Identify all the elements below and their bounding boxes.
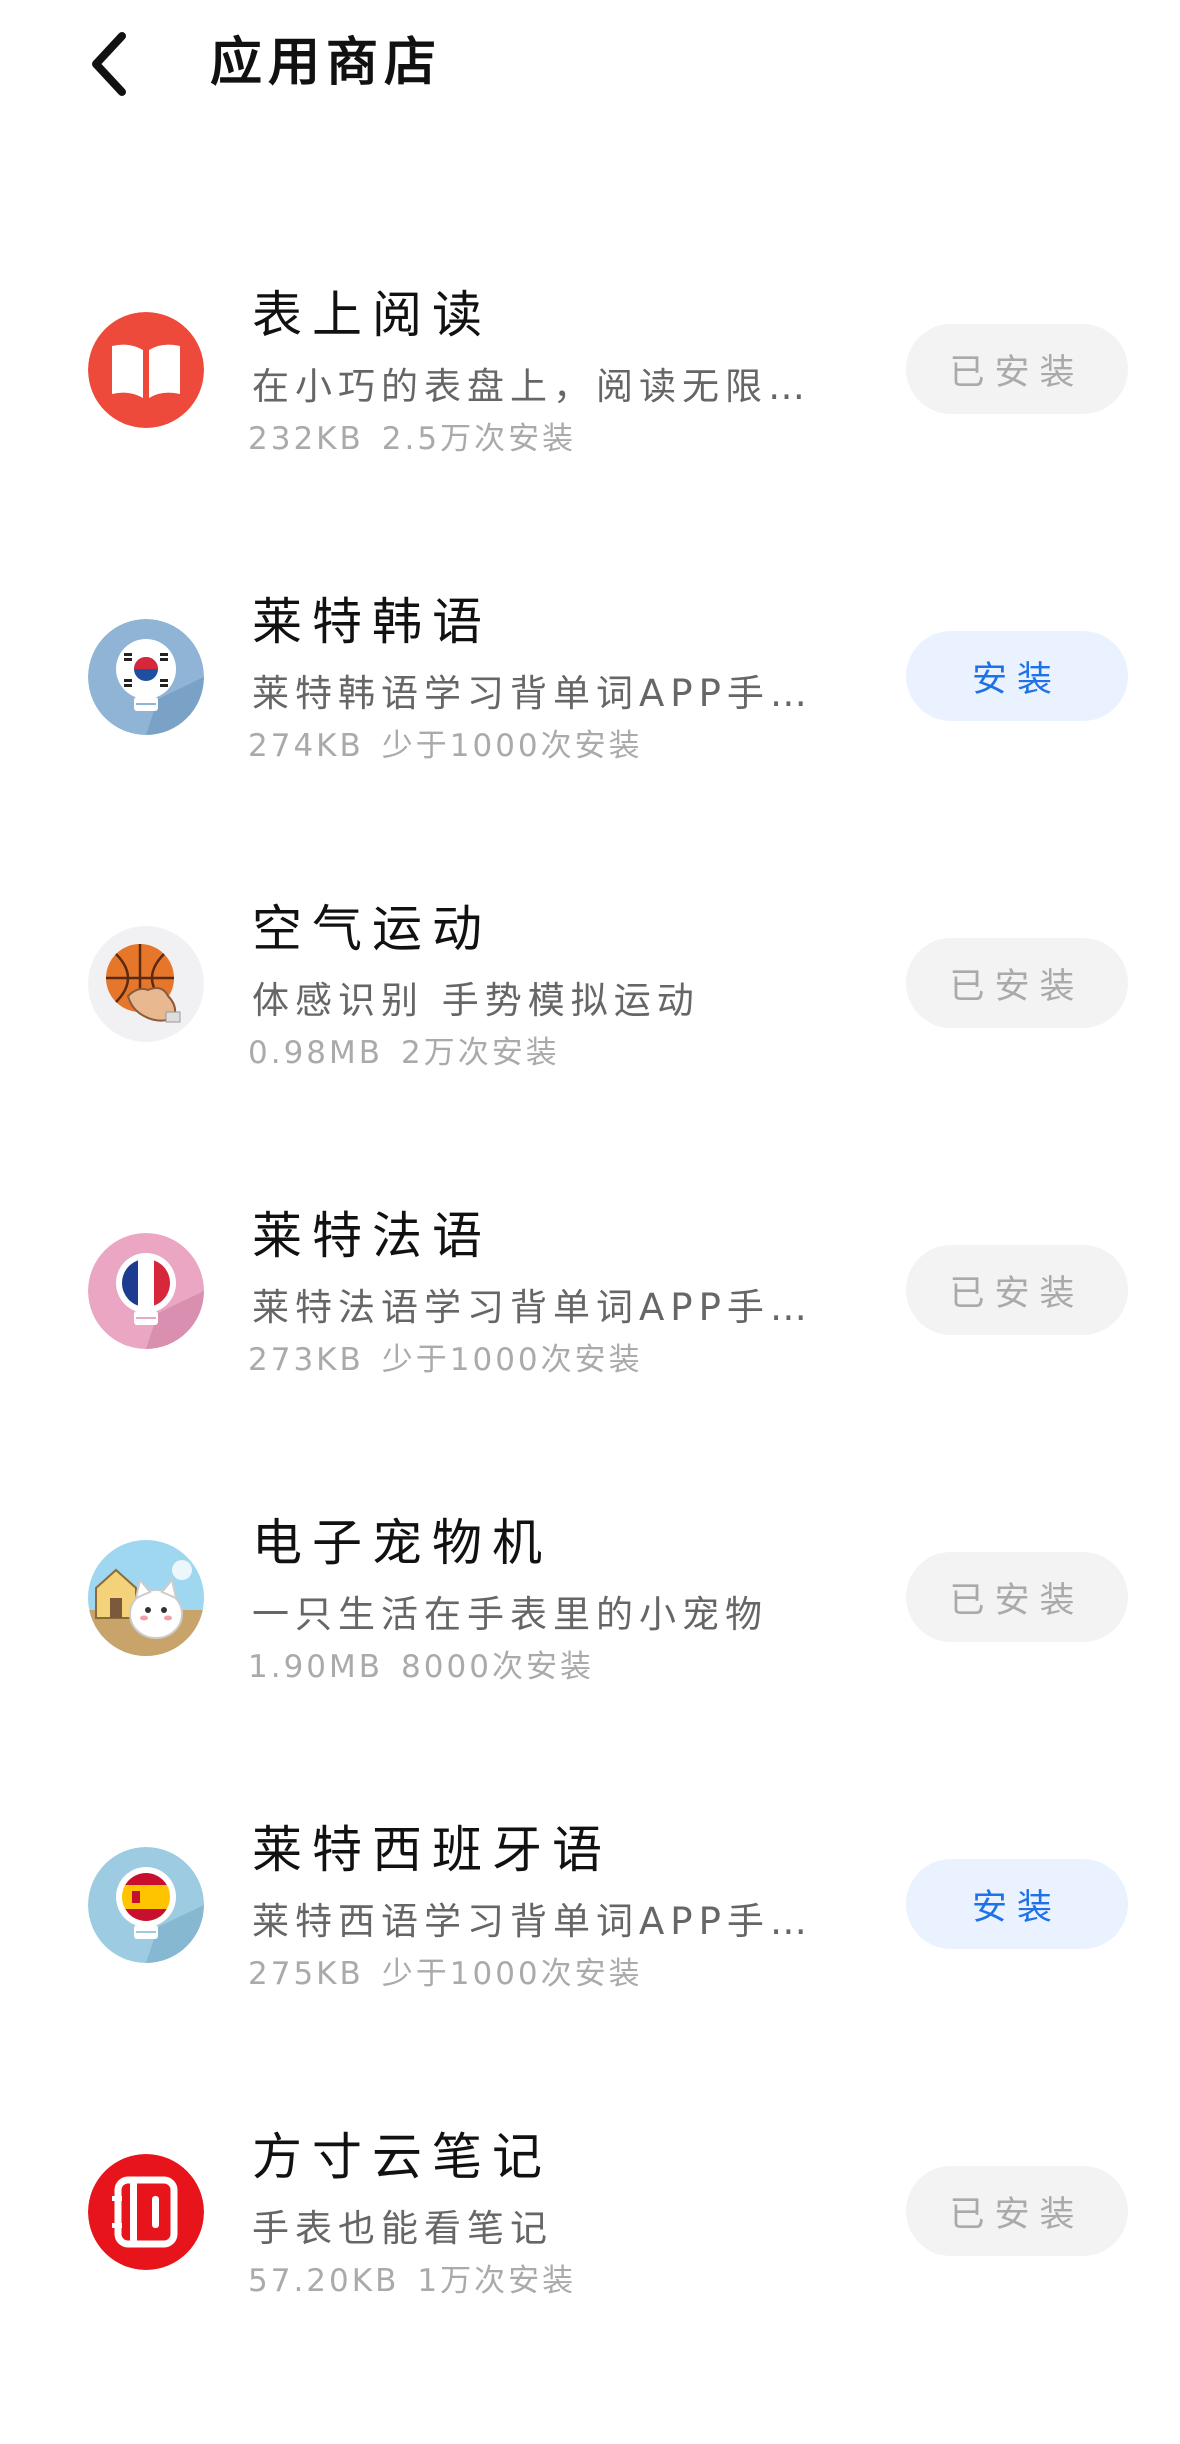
pet-cat-icon bbox=[88, 1540, 204, 1656]
korea-flag-bulb-icon bbox=[88, 619, 204, 735]
install-button[interactable]: 安装 bbox=[906, 1859, 1128, 1949]
app-description: 莱特法语学习背单词APP手… bbox=[252, 1286, 813, 1329]
installed-button[interactable]: 已安装 bbox=[906, 1245, 1128, 1335]
app-meta: 57.20KB 1万次安装 bbox=[248, 2260, 594, 2302]
app-size: 57.20KB bbox=[248, 2263, 400, 2299]
app-size: 232KB bbox=[248, 421, 364, 457]
app-installs: 8000次安装 bbox=[401, 1649, 594, 1685]
app-name: 莱特法语 bbox=[252, 1207, 492, 1265]
app-name: 空气运动 bbox=[252, 900, 492, 958]
app-description: 在小巧的表盘上，阅读无限… bbox=[252, 365, 811, 408]
install-button[interactable]: 安装 bbox=[906, 631, 1128, 721]
app-row[interactable]: 莱特韩语 莱特韩语学习背单词APP手… 274KB 少于1000次安装 安装 bbox=[0, 545, 1180, 852]
installed-button[interactable]: 已安装 bbox=[906, 1552, 1128, 1642]
installed-button[interactable]: 已安装 bbox=[906, 324, 1128, 414]
app-meta: 273KB 少于1000次安装 bbox=[248, 1339, 661, 1381]
app-description: 莱特韩语学习背单词APP手… bbox=[252, 672, 813, 715]
header: 应用商店 bbox=[0, 0, 1180, 130]
app-installs: 2万次安装 bbox=[401, 1035, 560, 1071]
app-meta: 274KB 少于1000次安装 bbox=[248, 725, 661, 767]
page-title: 应用商店 bbox=[210, 33, 443, 93]
app-description: 体感识别 手势模拟运动 bbox=[252, 979, 700, 1022]
basketball-hand-icon bbox=[88, 926, 204, 1042]
spain-flag-bulb-icon bbox=[88, 1847, 204, 1963]
app-row[interactable]: 表上阅读 在小巧的表盘上，阅读无限… 232KB 2.5万次安装 已安装 bbox=[0, 238, 1180, 545]
chevron-left-icon bbox=[92, 32, 126, 96]
app-name: 莱特西班牙语 bbox=[252, 1821, 612, 1879]
app-meta: 275KB 少于1000次安装 bbox=[248, 1953, 661, 1995]
france-flag-bulb-icon bbox=[88, 1233, 204, 1349]
installed-button[interactable]: 已安装 bbox=[906, 938, 1128, 1028]
app-meta: 0.98MB 2万次安装 bbox=[248, 1032, 578, 1074]
app-size: 273KB bbox=[248, 1342, 364, 1378]
app-installs: 少于1000次安装 bbox=[381, 728, 643, 764]
app-installs: 2.5万次安装 bbox=[381, 421, 577, 457]
app-size: 0.98MB bbox=[248, 1035, 384, 1071]
app-row[interactable]: 莱特西班牙语 莱特西语学习背单词APP手… 275KB 少于1000次安装 安装 bbox=[0, 1773, 1180, 2080]
app-name: 表上阅读 bbox=[252, 286, 492, 344]
installed-button[interactable]: 已安装 bbox=[906, 2166, 1128, 2256]
app-row[interactable]: 电子宠物机 一只生活在手表里的小宠物 1.90MB 8000次安装 已安装 bbox=[0, 1466, 1180, 1773]
notebook-icon bbox=[88, 2154, 204, 2270]
app-size: 274KB bbox=[248, 728, 364, 764]
app-installs: 少于1000次安装 bbox=[381, 1342, 643, 1378]
app-row[interactable]: 莱特法语 莱特法语学习背单词APP手… 273KB 少于1000次安装 已安装 bbox=[0, 1159, 1180, 1466]
app-name: 电子宠物机 bbox=[252, 1514, 552, 1572]
app-row[interactable]: 空气运动 体感识别 手势模拟运动 0.98MB 2万次安装 已安装 bbox=[0, 852, 1180, 1159]
app-size: 1.90MB bbox=[248, 1649, 384, 1685]
app-name: 莱特韩语 bbox=[252, 593, 492, 651]
app-description: 一只生活在手表里的小宠物 bbox=[252, 1593, 768, 1636]
app-list: 表上阅读 在小巧的表盘上，阅读无限… 232KB 2.5万次安装 已安装 莱特韩语… bbox=[0, 238, 1180, 2387]
app-installs: 少于1000次安装 bbox=[381, 1956, 643, 1992]
back-button[interactable] bbox=[80, 26, 140, 102]
app-meta: 232KB 2.5万次安装 bbox=[248, 418, 594, 460]
app-row[interactable]: 方寸云笔记 手表也能看笔记 57.20KB 1万次安装 已安装 bbox=[0, 2080, 1180, 2387]
app-description: 莱特西语学习背单词APP手… bbox=[252, 1900, 813, 1943]
app-installs: 1万次安装 bbox=[417, 2263, 577, 2299]
book-icon bbox=[88, 312, 204, 428]
app-meta: 1.90MB 8000次安装 bbox=[248, 1646, 612, 1688]
app-description: 手表也能看笔记 bbox=[252, 2207, 553, 2250]
app-name: 方寸云笔记 bbox=[252, 2128, 552, 2186]
app-size: 275KB bbox=[248, 1956, 364, 1992]
